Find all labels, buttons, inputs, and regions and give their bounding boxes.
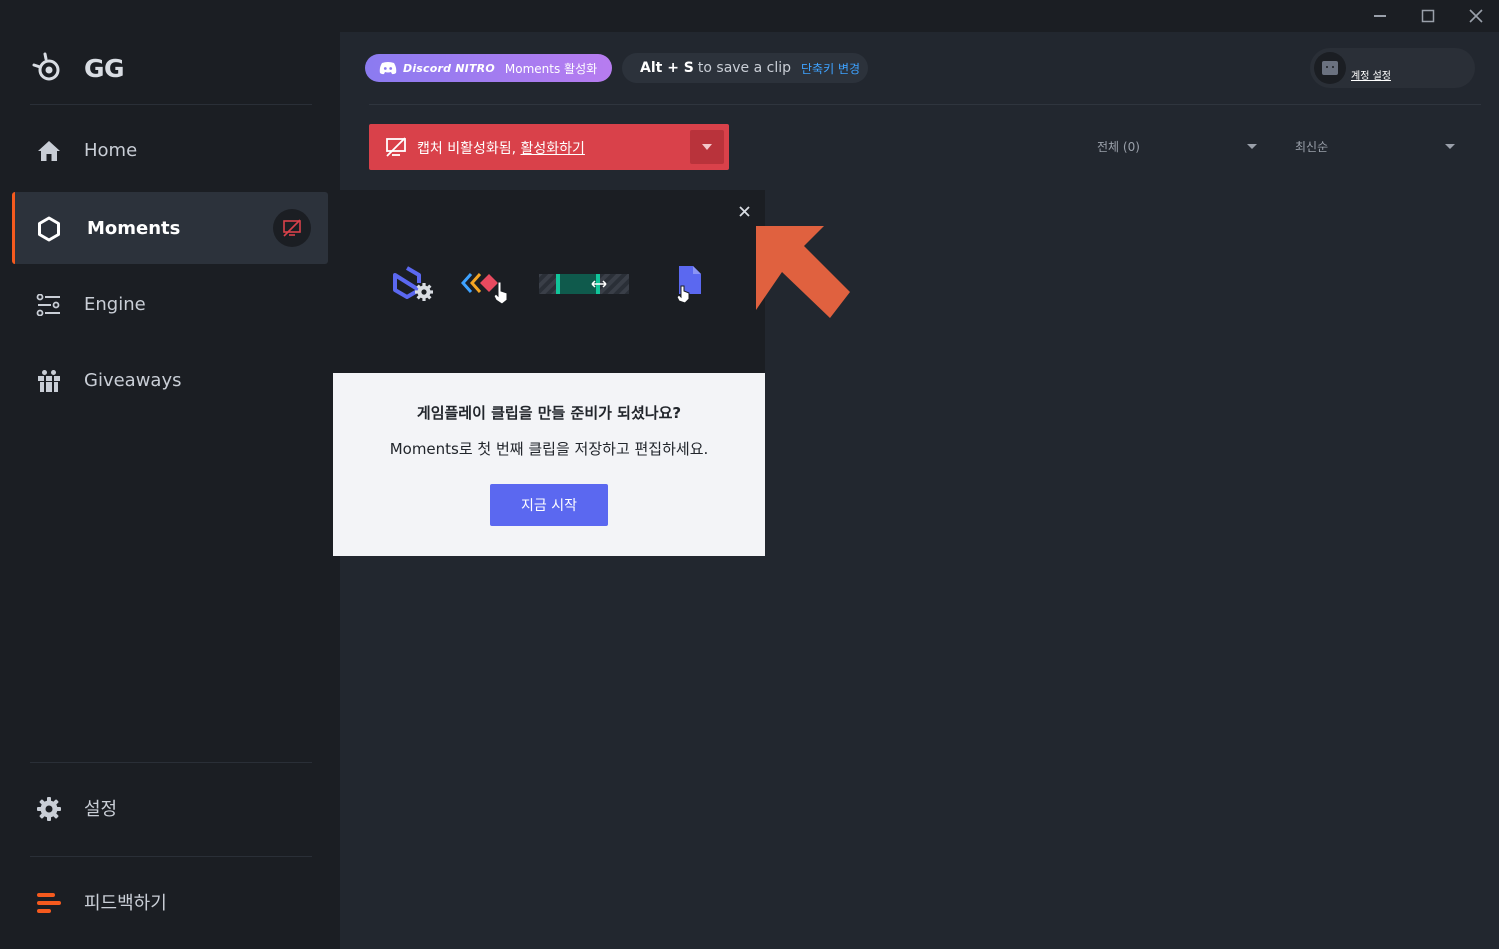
discord-label: Moments 활성화 <box>504 61 598 76</box>
hexagon-icon <box>36 216 62 242</box>
discord-nitro-button[interactable]: Discord NITRO Moments 활성화 <box>365 54 612 82</box>
sidebar-item-engine[interactable]: Engine <box>12 268 328 340</box>
app-logo[interactable]: GG <box>32 52 125 84</box>
account-settings-button[interactable]: 계정 설정 <box>1310 48 1475 88</box>
sidebar-item-giveaways[interactable]: Giveaways <box>12 344 328 416</box>
gear-icon <box>36 796 62 822</box>
account-settings-link[interactable]: 계정 설정 <box>1351 67 1391 82</box>
sidebar-item-label: 설정 <box>84 799 118 820</box>
chevron-down-icon <box>1247 144 1257 149</box>
sidebar-item-label: Giveaways <box>84 369 182 391</box>
filter-dropdown[interactable]: 전체 (0) <box>1097 138 1259 156</box>
chevron-down-icon <box>1445 144 1455 149</box>
sidebar-item-moments[interactable]: Moments <box>12 192 328 264</box>
discord-brand-text: Discord NITRO <box>403 61 495 75</box>
timeline-trim-icon <box>539 274 629 294</box>
maximize-button[interactable] <box>1404 0 1452 32</box>
home-icon <box>36 138 62 164</box>
pointer-arrow-icon <box>756 226 850 318</box>
popup-title: 게임플레이 클립을 만들 준비가 되셨나요? <box>416 404 682 422</box>
capture-status-label: 캡처 비활성화됨, <box>417 141 521 157</box>
capture-disabled-badge[interactable] <box>273 209 311 247</box>
minimize-icon <box>1374 15 1386 17</box>
logo-text: GG <box>84 53 125 83</box>
sidebar-divider <box>30 762 312 763</box>
sliders-icon <box>36 292 62 318</box>
capture-status-text: 캡처 비활성화됨, 활성화하기 <box>417 138 585 158</box>
file-save-icon <box>676 266 701 304</box>
change-hotkey-link[interactable]: 단축키 변경 <box>801 60 860 77</box>
sidebar-item-label: Moments <box>87 217 181 239</box>
sidebar-item-settings[interactable]: 설정 <box>12 772 328 844</box>
sidebar-item-label: 피드백하기 <box>84 893 167 914</box>
popup-illustration <box>333 190 765 373</box>
popup-close-button[interactable] <box>734 201 754 221</box>
sidebar-divider <box>30 104 312 105</box>
sort-label: 최신순 <box>1295 140 1329 154</box>
close-icon <box>738 205 750 217</box>
feedback-icon <box>36 890 62 916</box>
clip-edit-icon <box>461 273 508 305</box>
popup-subtitle: Moments로 첫 번째 클립을 저장하고 편집하세요. <box>389 440 709 458</box>
sidebar-item-label: Engine <box>84 293 146 315</box>
close-window-button[interactable] <box>1452 0 1499 32</box>
steelseries-gg-window: GG Home Moments Engine Giveaways 설정 피드백하… <box>0 0 1499 949</box>
hotkey-keys: Alt + S <box>640 60 694 76</box>
header-divider <box>369 104 1481 105</box>
hotkey-text: to save a clip <box>697 60 792 76</box>
avatar-icon <box>1322 61 1338 75</box>
close-icon <box>1469 9 1483 23</box>
sidebar-divider <box>30 856 312 857</box>
avatar <box>1314 52 1346 84</box>
gift-icon <box>36 368 62 394</box>
hotkey-info: Alt + S to save a clip 단축키 변경 <box>622 53 868 83</box>
capture-disabled-bar[interactable]: 캡처 비활성화됨, 활성화하기 <box>369 124 729 170</box>
maximize-icon <box>1421 9 1435 23</box>
capture-off-icon <box>283 219 301 237</box>
get-started-button[interactable]: 지금 시작 <box>490 484 608 526</box>
enable-capture-link[interactable]: 활성화하기 <box>521 141 585 157</box>
sort-dropdown[interactable]: 최신순 <box>1295 138 1457 156</box>
capture-dropdown-button[interactable] <box>690 130 724 164</box>
moments-settings-icon <box>393 266 433 301</box>
sidebar-item-home[interactable]: Home <box>12 114 328 186</box>
filter-label: 전체 (0) <box>1097 140 1140 154</box>
discord-icon <box>379 62 397 75</box>
sidebar-item-feedback[interactable]: 피드백하기 <box>12 866 328 938</box>
title-bar <box>0 0 1499 32</box>
capture-off-icon <box>385 137 407 161</box>
steelseries-logo-icon <box>32 52 60 81</box>
minimize-button[interactable] <box>1356 0 1404 32</box>
onboarding-popup: 게임플레이 클립을 만들 준비가 되셨나요? Moments로 첫 번째 클립을… <box>333 190 765 556</box>
chevron-down-icon <box>702 144 712 150</box>
sidebar: GG Home Moments Engine Giveaways 설정 피드백하… <box>0 32 340 949</box>
sidebar-item-label: Home <box>84 139 138 161</box>
